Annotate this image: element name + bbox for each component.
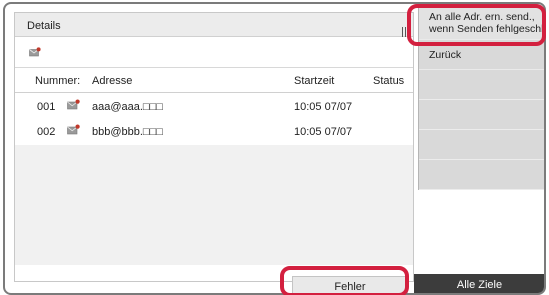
back-item[interactable]: Zurück [419,42,544,70]
highlight-ring [280,266,409,295]
table-header: Nummer: Adresse Startzeit Status [15,69,413,93]
mail-icon [67,99,80,113]
title-bar: Details [15,13,413,37]
row-start-time: 10:05 07/07 [294,126,353,138]
side-menu-empty-slot [419,131,544,160]
page-title: Details [27,20,61,32]
column-number-header: Nummer: [35,75,81,87]
table-row[interactable]: 002 bbb@bbb.□□□ 10:05 07/07 [15,119,413,144]
side-menu-empty-slot [419,101,544,130]
mail-icon [29,47,41,60]
row-address: bbb@bbb.□□□ [92,126,163,138]
panel-scroll-handle[interactable] [402,27,406,37]
highlight-ring [407,4,546,46]
destination-icon-strip [15,38,413,68]
empty-list-area [15,145,413,265]
row-address: aaa@aaa.□□□ [92,101,163,113]
main-panel: Details Nummer: Adresse Startzeit Status… [14,12,414,282]
all-targets-button[interactable]: Alle Ziele [414,274,544,293]
row-start-time: 10:05 07/07 [294,101,353,113]
mail-icon [67,124,80,138]
row-number: 002 [37,126,56,138]
table-row[interactable]: 001 aaa@aaa.□□□ 10:05 07/07 [15,94,413,119]
column-start-time-header: Startzeit [294,75,335,87]
row-number: 001 [37,101,56,113]
side-menu-empty-slot [419,161,544,190]
column-status-header: Status [373,75,405,87]
column-address-header: Adresse [92,75,133,87]
side-menu-empty-slot [419,71,544,100]
